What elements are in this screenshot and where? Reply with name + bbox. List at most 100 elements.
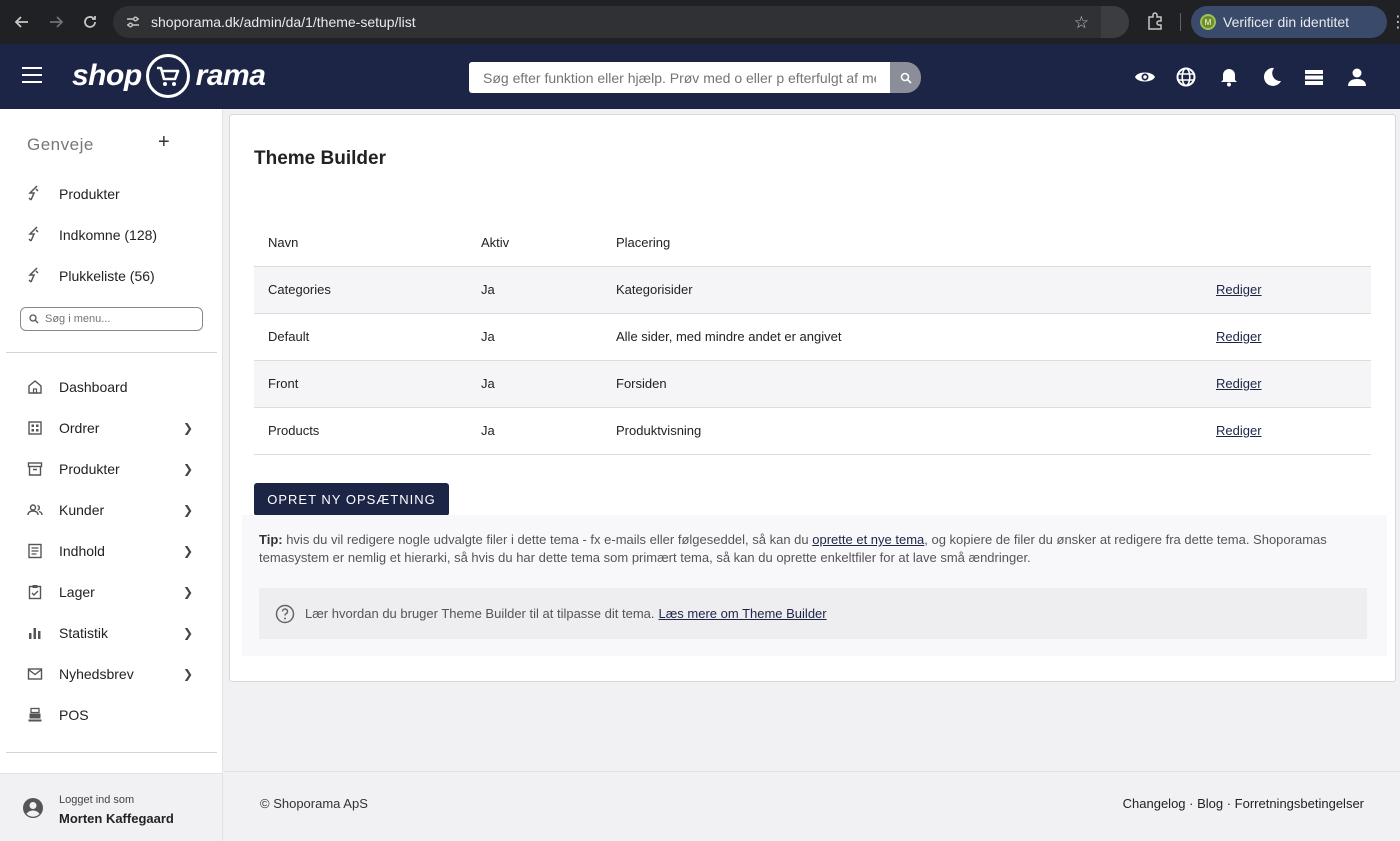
sidebar-item-produkter[interactable]: Produkter ❯ — [27, 457, 197, 481]
page-footer: © Shoporama ApS Changelog · Blog · Forre… — [224, 771, 1400, 841]
sidebar-item-label: Nyhedsbrev — [59, 666, 134, 682]
create-new-theme-link[interactable]: oprette et nye tema — [812, 532, 924, 547]
cell-active: Ja — [467, 360, 602, 408]
shortcut-item-plukkeliste[interactable]: Plukkeliste (56) — [27, 264, 155, 288]
grid-icon — [27, 420, 45, 436]
tip-text: Tip: hvis du vil redigere nogle udvalgte… — [259, 531, 1359, 567]
cell-name: Products — [254, 407, 467, 455]
sidebar-item-label: Kunder — [59, 502, 105, 518]
edit-link[interactable]: Rediger — [1216, 423, 1262, 438]
chevron-right-icon: ❯ — [182, 503, 193, 517]
clipboard-icon — [27, 584, 45, 600]
bookmark-star-icon[interactable]: ☆ — [1074, 13, 1089, 33]
read-more-link[interactable]: Læs mere om Theme Builder — [659, 606, 827, 621]
themes-table: Navn Aktiv Placering Categories Ja Kateg… — [254, 219, 1371, 455]
global-search — [469, 62, 921, 93]
url-text: shoporama.dk/admin/da/1/theme-setup/list — [151, 14, 416, 30]
column-header-aktiv: Aktiv — [467, 219, 602, 267]
browser-menu-icon[interactable]: ⋮ — [1390, 12, 1400, 32]
help-info-text: Lær hvordan du bruger Theme Builder til … — [305, 606, 655, 621]
sidebar-item-pos[interactable]: POS — [27, 703, 197, 727]
hamburger-menu-icon[interactable] — [22, 67, 42, 85]
menu-search-input[interactable] — [45, 313, 185, 325]
shortcut-item-indkomne[interactable]: Indkomne (128) — [27, 223, 157, 247]
extensions-icon[interactable] — [1145, 11, 1165, 36]
sidebar-item-ordrer[interactable]: Ordrer ❯ — [27, 416, 197, 440]
menu-search — [20, 307, 203, 331]
toolbar-separator — [1180, 13, 1181, 31]
url-extension-slot — [1101, 6, 1129, 38]
shoporama-logo[interactable]: shop rama — [72, 54, 266, 98]
sidebar-item-label: Produkter — [59, 461, 120, 477]
cell-placement: Produktvisning — [602, 407, 1202, 455]
storage-list-icon[interactable] — [1303, 66, 1325, 88]
eye-icon[interactable] — [1134, 66, 1156, 88]
sidebar-item-label: POS — [59, 707, 89, 723]
table-row: Front Ja Forsiden Rediger — [254, 360, 1371, 408]
sidebar-item-statistik[interactable]: Statistik ❯ — [27, 621, 197, 645]
shortcut-item-produkter[interactable]: Produkter — [27, 182, 120, 206]
help-question-icon — [275, 604, 295, 623]
shortcuts-title: Genveje — [27, 135, 94, 154]
chevron-right-icon: ❯ — [182, 585, 193, 599]
archive-icon — [27, 461, 45, 477]
table-row: Products Ja Produktvisning Rediger — [254, 407, 1371, 455]
sidebar-item-lager[interactable]: Lager ❯ — [27, 580, 197, 604]
globe-icon[interactable] — [1175, 66, 1197, 88]
search-icon — [900, 72, 912, 84]
logged-in-panel[interactable]: Logget ind som Morten Kaffegaard — [0, 773, 222, 841]
chevron-right-icon: ❯ — [182, 626, 193, 640]
browser-toolbar: shoporama.dk/admin/da/1/theme-setup/list… — [0, 0, 1400, 44]
sidebar-item-label: Dashboard — [59, 379, 128, 395]
footer-links[interactable]: Changelog · Blog · Forretningsbetingelse… — [1123, 796, 1364, 811]
mail-icon — [27, 666, 45, 682]
cell-active: Ja — [467, 313, 602, 361]
home-icon — [27, 379, 45, 395]
edit-link[interactable]: Rediger — [1216, 376, 1262, 391]
user-account-icon[interactable] — [1346, 66, 1368, 88]
sidebar-item-label: Statistik — [59, 625, 109, 641]
chevron-right-icon: ❯ — [182, 667, 193, 681]
verify-identity-label: Verificer din identitet — [1223, 14, 1350, 30]
sidebar-item-label: Lager — [59, 584, 95, 600]
address-bar[interactable]: shoporama.dk/admin/da/1/theme-setup/list… — [113, 6, 1129, 38]
forward-arrow-icon[interactable] — [44, 10, 68, 34]
cart-logo-icon — [145, 54, 190, 98]
reload-icon[interactable] — [78, 10, 102, 34]
sidebar-item-label: Ordrer — [59, 420, 100, 436]
sidebar: Genveje + Produkter Indkomne (128) Plukk… — [0, 109, 223, 841]
shortcut-label: Plukkeliste (56) — [59, 268, 155, 284]
cell-active: Ja — [467, 266, 602, 314]
global-search-input[interactable] — [469, 62, 890, 93]
sidebar-divider — [6, 752, 217, 753]
people-icon — [27, 502, 45, 518]
table-row: Default Ja Alle sider, med mindre andet … — [254, 313, 1371, 361]
edit-link[interactable]: Rediger — [1216, 329, 1262, 344]
search-icon — [29, 314, 39, 324]
column-header-navn: Navn — [254, 219, 467, 267]
search-button[interactable] — [890, 62, 921, 93]
sidebar-item-label: Indhold — [59, 543, 105, 559]
shortcut-link-icon — [27, 184, 45, 204]
back-arrow-icon[interactable] — [10, 10, 34, 34]
site-settings-icon[interactable] — [125, 14, 141, 35]
add-shortcut-button[interactable]: + — [158, 131, 170, 154]
theme-builder-card: Theme Builder Navn Aktiv Placering Categ… — [229, 114, 1396, 682]
tip-label: Tip: — [259, 532, 283, 547]
cell-active: Ja — [467, 407, 602, 455]
table-row: Categories Ja Kategorisider Rediger — [254, 266, 1371, 314]
cell-name: Front — [254, 360, 467, 408]
app-header: shop rama — [0, 44, 1400, 109]
bell-icon[interactable] — [1218, 66, 1240, 88]
user-name: Morten Kaffegaard — [59, 811, 174, 826]
edit-link[interactable]: Rediger — [1216, 282, 1262, 297]
create-setup-button[interactable]: OPRET NY OPSÆTNING — [254, 483, 449, 516]
dark-mode-moon-icon[interactable] — [1261, 66, 1283, 88]
sidebar-item-indhold[interactable]: Indhold ❯ — [27, 539, 197, 563]
sidebar-item-nyhedsbrev[interactable]: Nyhedsbrev ❯ — [27, 662, 197, 686]
sidebar-item-dashboard[interactable]: Dashboard — [27, 375, 197, 399]
logo-text-right: rama — [195, 59, 266, 92]
verify-identity-button[interactable]: M Verificer din identitet — [1191, 6, 1387, 38]
sidebar-item-kunder[interactable]: Kunder ❯ — [27, 498, 197, 522]
chevron-right-icon: ❯ — [182, 462, 193, 476]
